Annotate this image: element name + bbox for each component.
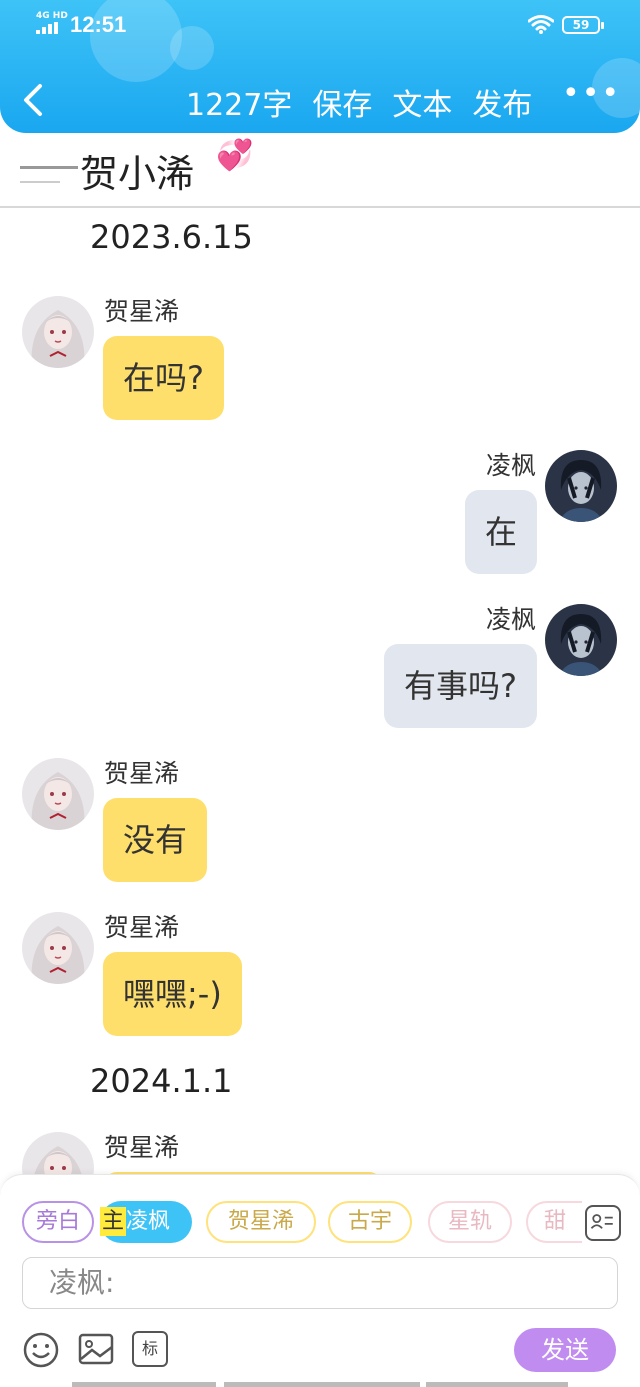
role-chip-xinggui[interactable]: 星轨 <box>428 1201 512 1243</box>
publish-button[interactable]: 发布 <box>472 80 532 124</box>
word-count[interactable]: 1227字 <box>186 80 292 124</box>
chat-message[interactable]: 凌枫在 <box>0 446 640 586</box>
gesture-bar-segment <box>72 1382 216 1387</box>
chat-message[interactable]: 贺星浠 没有 <box>0 754 640 894</box>
more-button[interactable]: ••• <box>562 79 621 109</box>
message-bubble[interactable]: 没有 <box>103 798 208 882</box>
sender-name: 凌枫 <box>485 451 536 480</box>
gesture-bar-segment <box>224 1382 420 1387</box>
message-bubble[interactable]: 在 <box>464 490 537 574</box>
sender-name: 贺星浠 <box>104 913 180 942</box>
sender-name: 贺星浠 <box>104 759 180 788</box>
role-chip-tian[interactable]: 甜 <box>526 1201 582 1243</box>
message-input[interactable]: 凌枫: <box>22 1257 618 1309</box>
role-selector[interactable]: 旁白 主凌枫 贺星浠 古宇 星轨 甜 <box>22 1201 582 1243</box>
app-header: 4G HD 12:51 59 1227字 保存 文本 发布 ••• <box>0 0 640 133</box>
tag-button[interactable]: 标 <box>132 1331 168 1367</box>
decor-bubble <box>170 26 214 70</box>
emoji-icon[interactable] <box>22 1331 60 1369</box>
composer-panel: 旁白 主凌枫 贺星浠 古宇 星轨 甜 凌枫: 标 发送 <box>0 1174 640 1387</box>
date-separator: 2024.1.1 <box>90 1062 233 1100</box>
date-separator: 2023.6.15 <box>90 218 253 256</box>
avatar[interactable] <box>22 758 94 830</box>
text-button[interactable]: 文本 <box>392 80 452 124</box>
sender-name: 贺星浠 <box>104 297 180 326</box>
chat-list[interactable]: 2023.6.15 贺星浠 在吗? 凌枫在凌枫 有事吗? 贺星浠 没有 贺星浠 嘿嘿;-) 202… <box>0 210 640 1180</box>
avatar[interactable] <box>545 604 617 676</box>
avatar[interactable] <box>545 450 617 522</box>
sender-name: 贺星浠 <box>104 1133 180 1162</box>
chat-message[interactable]: 贺星浠嘿嘿;-) <box>0 908 640 1048</box>
image-icon[interactable] <box>78 1331 114 1367</box>
network-indicator: 4G HD <box>36 11 68 21</box>
gesture-bar-segment <box>426 1382 568 1387</box>
chat-message[interactable]: 贺星浠在吗? <box>0 292 640 432</box>
header-toolbar: 1227字 保存 文本 发布 <box>186 80 532 124</box>
battery-indicator: 59 <box>562 16 604 34</box>
avatar[interactable] <box>22 1132 94 1180</box>
back-button[interactable] <box>18 80 50 120</box>
contact-card-icon[interactable] <box>585 1205 621 1241</box>
status-time: 12:51 <box>70 12 127 37</box>
sender-name: 凌枫 <box>485 605 536 634</box>
main-role-name: 凌枫 <box>126 1209 171 1234</box>
menu-lines-icon-secondary <box>20 181 60 183</box>
signal-icon <box>36 22 62 34</box>
hearts-icon: 💞 <box>216 138 254 173</box>
role-chip-narration[interactable]: 旁白 <box>22 1201 94 1243</box>
send-button[interactable]: 发送 <box>514 1328 616 1372</box>
message-bubble[interactable]: 在吗? <box>103 336 224 420</box>
message-bubble[interactable]: 有事吗? <box>384 644 537 728</box>
role-chip-guyu[interactable]: 古宇 <box>328 1201 412 1243</box>
avatar[interactable] <box>22 912 94 984</box>
message-bubble[interactable]: 嘿嘿;-) <box>103 952 242 1036</box>
role-chip-main[interactable]: 主凌枫 <box>100 1201 192 1243</box>
chat-message[interactable]: 贺星浠 <box>0 1128 640 1180</box>
menu-lines-icon <box>20 166 78 169</box>
chat-message[interactable]: 凌枫有事吗? <box>0 600 640 740</box>
avatar[interactable] <box>22 296 94 368</box>
main-role-tag: 主 <box>100 1207 127 1236</box>
role-chip-hexingxi[interactable]: 贺星浠 <box>206 1201 316 1243</box>
save-button[interactable]: 保存 <box>312 80 372 124</box>
wifi-icon <box>528 15 554 34</box>
conversation-title-bar: 贺小浠 <box>0 133 640 208</box>
conversation-title[interactable]: 贺小浠 <box>80 143 194 198</box>
